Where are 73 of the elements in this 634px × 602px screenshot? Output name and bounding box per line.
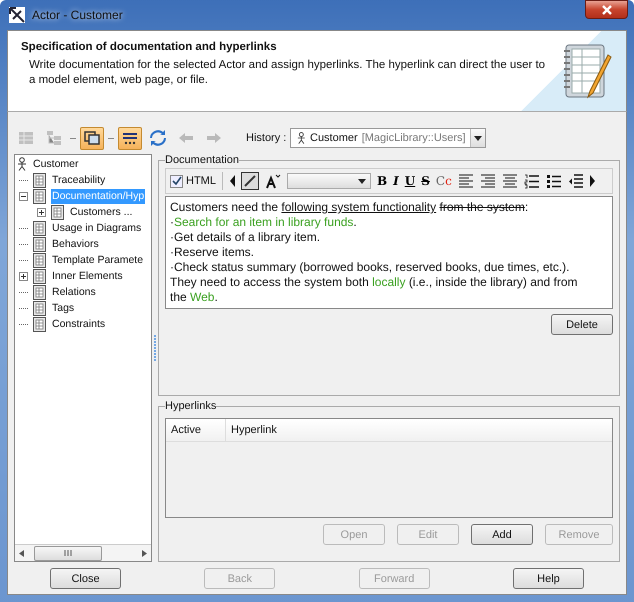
text-color-button[interactable]: Cc	[436, 174, 452, 188]
window-title: Actor - Customer	[32, 8, 124, 22]
documentation-legend: Documentation	[165, 154, 239, 166]
outdent-icon[interactable]	[568, 174, 584, 188]
italic-button[interactable]: I	[393, 174, 399, 188]
windows-icon[interactable]	[80, 126, 104, 150]
column-header[interactable]: Hyperlink	[226, 419, 612, 441]
header-description: Write documentation for the selected Actor and assign hyperlinks. The hyperlink can direct the user to a model element, web page, or file.	[29, 58, 546, 88]
align-left-icon[interactable]	[458, 174, 474, 188]
documentation-line: ·Check status summary (borrowed books, reserved books, due times, etc.).	[170, 260, 570, 275]
document-icon	[33, 300, 46, 316]
document-icon	[33, 236, 46, 252]
documentation-line: ·Reserve items.	[170, 245, 256, 260]
checkmark-icon	[172, 176, 182, 186]
document-icon	[33, 268, 46, 284]
scroll-right-icon[interactable]	[142, 550, 147, 556]
documentation-line: ·Search for an item in library funds.	[170, 215, 358, 230]
grip-icon	[64, 550, 72, 556]
scroll-left-icon[interactable]	[228, 173, 235, 189]
document-icon	[33, 220, 46, 236]
font-size-icon[interactable]	[264, 173, 281, 189]
tree-item[interactable]: Usage in Diagrams	[51, 220, 142, 236]
caret-icon	[358, 178, 366, 184]
header-title: Specification of documentation and hyperlinks	[21, 41, 278, 53]
document-icon	[33, 188, 46, 204]
tree-item[interactable]: Template Paramete	[51, 252, 144, 268]
tree-item[interactable]: Customer	[32, 156, 80, 172]
documentation-line: ·Get details of a library item.	[170, 230, 322, 245]
delete-button[interactable]: Delete	[551, 314, 613, 335]
hyperlink-button[interactable]: Add	[471, 524, 533, 545]
html-checkbox[interactable]: HTML	[170, 174, 216, 188]
footer-button[interactable]: Close	[50, 568, 121, 589]
scroll-right-icon[interactable]	[590, 173, 596, 189]
expand-icon[interactable]	[19, 272, 28, 280]
align-right-icon[interactable]	[480, 174, 496, 188]
actor-icon	[17, 157, 27, 171]
pen-icon[interactable]	[240, 172, 259, 190]
close-button[interactable]	[585, 0, 628, 19]
horizontal-scrollbar[interactable]	[15, 544, 151, 561]
tree-item[interactable]: Behaviors	[51, 236, 100, 252]
expand-icon[interactable]	[37, 208, 46, 216]
tree-item[interactable]: Inner Elements	[51, 268, 124, 284]
documentation-editor[interactable]	[165, 196, 613, 309]
underline-button[interactable]: U	[404, 174, 416, 188]
actor-icon	[297, 131, 306, 145]
document-icon	[33, 172, 46, 188]
hyperlinks-legend: Hyperlinks	[165, 400, 216, 412]
document-icon	[33, 284, 46, 300]
align-center-icon[interactable]	[502, 174, 518, 188]
history-dropdown[interactable]: Customer [MagicLibrary::Users]	[290, 128, 486, 148]
app-icon	[9, 7, 25, 23]
documentation-line: the Web.	[170, 290, 219, 305]
document-icon	[33, 316, 46, 332]
tree-item[interactable]: Traceability	[51, 172, 106, 188]
document-icon	[51, 204, 64, 220]
tree-item[interactable]: Constraints	[51, 316, 106, 332]
footer-button[interactable]: Help	[512, 568, 584, 589]
collapse-icon[interactable]	[19, 192, 28, 200]
caret-icon	[474, 136, 482, 140]
tree-item[interactable]: Customers ...	[69, 204, 134, 220]
scroll-left-icon[interactable]	[19, 550, 24, 556]
strikethrough-button[interactable]: S	[421, 174, 430, 188]
tree-item[interactable]: Relations	[51, 284, 97, 300]
documentation-line: They need to access the system both locally (i.e., inside the library) and from	[170, 275, 579, 290]
bulleted-list-icon[interactable]	[546, 174, 562, 188]
history-label: History :	[246, 132, 286, 144]
bold-button[interactable]: B	[376, 174, 388, 188]
numbered-list-icon[interactable]	[524, 174, 540, 188]
column-header[interactable]: Active	[166, 419, 226, 441]
close-icon	[600, 4, 612, 14]
tree-item[interactable]: Tags	[51, 300, 76, 316]
documentation-line: Customers need the following system functionality from the system:	[170, 200, 530, 215]
document-icon	[33, 252, 46, 268]
